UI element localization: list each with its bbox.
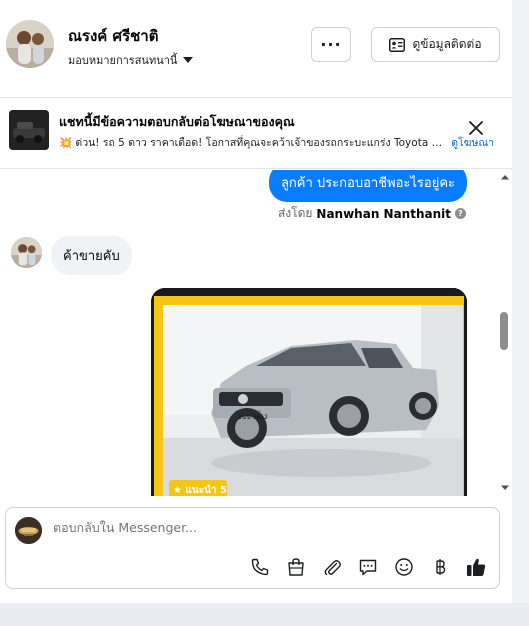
more-options-button[interactable]: ··· — [311, 27, 351, 62]
assign-conversation-dropdown[interactable]: มอบหมายการสนทนานี้ — [68, 51, 194, 69]
license-plate: 1ฆฆ 7612 — [238, 414, 268, 421]
thumbs-up-icon — [467, 558, 486, 576]
sent-by-name: Nanwhan Nanthanit — [316, 206, 451, 221]
view-contact-info-label: ดูข้อมูลติดต่อ — [412, 37, 482, 51]
ad-banner-subtitle: 💥 ด่วน! รถ 5 ดาว ราคาเดือด! โอกาสที่คุณจ… — [59, 134, 494, 151]
payment-button[interactable] — [429, 556, 451, 578]
scroll-up-arrow-icon[interactable] — [500, 173, 510, 181]
like-button[interactable] — [465, 556, 487, 578]
ad-snippet: 💥 ด่วน! รถ 5 ดาว ราคาเดือด! โอกาสที่คุณจ… — [59, 137, 448, 149]
info-icon[interactable]: ? — [455, 208, 466, 219]
chat-bubble-icon — [359, 559, 377, 576]
baht-icon — [436, 559, 446, 575]
sender-avatar-photo — [11, 237, 42, 268]
ad-thumbnail-image — [9, 110, 49, 150]
more-icon: ··· — [320, 35, 342, 54]
scroll-down-arrow-icon[interactable] — [500, 484, 510, 492]
message-thread[interactable]: ลูกค้า ประกอบอาชีพอะไรอยู่คะ ส่งโดย Nanw… — [0, 170, 512, 496]
assign-label: มอบหมายการสนทนานี้ — [68, 54, 178, 67]
contact-name: ณรงค์ ศรีชาติ — [68, 27, 159, 45]
ad-thumbnail[interactable] — [9, 110, 49, 150]
incoming-message: ค้าขายคับ — [51, 236, 132, 275]
page-bottom-margin — [0, 603, 529, 626]
page-avatar — [15, 517, 42, 544]
close-icon[interactable] — [466, 118, 486, 138]
page-avatar-image — [15, 517, 42, 544]
conversation-header: ณรงค์ ศรีชาติ มอบหมายการสนทนานี้ ··· ดูข… — [0, 0, 512, 98]
ad-reply-banner: แชทนี้มีข้อความตอบกลับต่อโฆษณาของคุณ 💥 ด… — [0, 99, 512, 169]
caret-down-icon — [183, 57, 194, 63]
bag-icon — [288, 558, 304, 576]
ad-banner-title: แชทนี้มีข้อความตอบกลับต่อโฆษณาของคุณ — [59, 114, 295, 129]
smiley-icon — [395, 558, 413, 576]
image-badge: ★ แนะนำ 5 — [173, 484, 227, 496]
shop-button[interactable] — [285, 556, 307, 578]
outgoing-message: ลูกค้า ประกอบอาชีพอะไรอยู่คะ — [268, 170, 467, 202]
reply-input[interactable] — [53, 520, 433, 535]
attach-button[interactable] — [321, 556, 343, 578]
pickup-truck-photo: 1ฆฆ 7612 ★ แนะนำ 5 — [151, 288, 467, 496]
call-button[interactable] — [249, 556, 271, 578]
avatar-photo — [6, 20, 54, 68]
page-right-margin — [512, 0, 529, 603]
sender-avatar — [11, 237, 42, 268]
contact-card-icon — [389, 37, 406, 52]
view-contact-info-button[interactable]: ดูข้อมูลติดต่อ — [371, 27, 500, 62]
emoji-button[interactable] — [393, 556, 415, 578]
messenger-panel: ณรงค์ ศรีชาติ มอบหมายการสนทนานี้ ··· ดูข… — [0, 0, 512, 603]
sent-by-label: ส่งโดย Nanwhan Nanthanit ? — [278, 204, 466, 223]
reply-composer — [5, 507, 500, 589]
image-attachment[interactable]: 1ฆฆ 7612 ★ แนะนำ 5 — [151, 288, 467, 496]
sent-by-prefix: ส่งโดย — [277, 206, 313, 220]
scrollbar-thumb[interactable] — [500, 312, 508, 350]
paperclip-icon — [324, 560, 341, 576]
avatar[interactable] — [6, 20, 54, 68]
phone-icon — [251, 558, 269, 576]
saved-replies-button[interactable] — [357, 556, 379, 578]
